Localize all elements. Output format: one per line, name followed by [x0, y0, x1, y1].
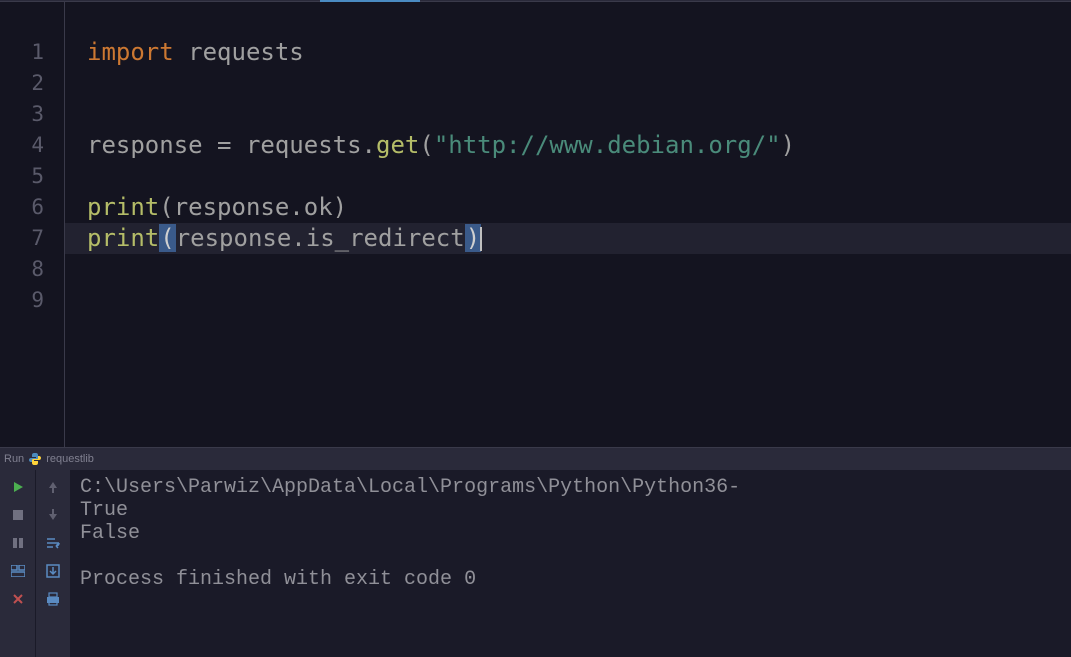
soft-wrap-button[interactable] [42, 532, 64, 554]
run-panel: Run requestlib [0, 447, 1071, 657]
layout-button[interactable] [7, 560, 29, 582]
code-line-1[interactable]: import requests [87, 37, 1071, 68]
close-button[interactable] [7, 588, 29, 610]
up-arrow-button[interactable] [42, 476, 64, 498]
editor-area: 1 2 3 4 5 6 7 8 9 import requests respon… [0, 2, 1071, 447]
python-icon [28, 452, 42, 466]
code-area[interactable]: import requests response = requests.get(… [65, 2, 1071, 447]
run-script-name: requestlib [46, 453, 94, 465]
code-line-5[interactable] [87, 161, 1071, 192]
run-label: Run [4, 453, 24, 465]
stop-button[interactable] [7, 504, 29, 526]
line-number[interactable]: 8 [0, 254, 44, 285]
gutter: 1 2 3 4 5 6 7 8 9 [0, 2, 65, 447]
line-number[interactable]: 1 [0, 37, 44, 68]
run-panel-header[interactable]: Run requestlib [0, 448, 1071, 470]
run-toolbar-right [35, 470, 70, 657]
line-number[interactable]: 7 [0, 223, 44, 254]
console-line: False [80, 522, 140, 545]
line-number[interactable]: 5 [0, 161, 44, 192]
code-line-4[interactable]: response = requests.get("http://www.debi… [87, 130, 1071, 161]
console-path: C:\Users\Parwiz\AppData\Local\Programs\P… [80, 476, 740, 499]
code-line-3[interactable] [87, 99, 1071, 130]
run-panel-body: C:\Users\Parwiz\AppData\Local\Programs\P… [0, 470, 1071, 657]
print-button[interactable] [42, 588, 64, 610]
down-arrow-button[interactable] [42, 504, 64, 526]
code-line-8[interactable] [87, 254, 1071, 285]
text-cursor [480, 227, 482, 251]
line-number[interactable]: 9 [0, 285, 44, 316]
run-toolbar-left [0, 470, 35, 657]
line-number[interactable]: 3 [0, 99, 44, 130]
scroll-to-end-button[interactable] [42, 560, 64, 582]
line-number[interactable]: 2 [0, 68, 44, 99]
line-number[interactable]: 4 [0, 130, 44, 161]
console-output[interactable]: C:\Users\Parwiz\AppData\Local\Programs\P… [70, 470, 1071, 657]
code-line-6[interactable]: print(response.ok) [87, 192, 1071, 223]
code-line-7-current[interactable]: print(response.is_redirect) [65, 223, 1071, 254]
line-number[interactable]: 6 [0, 192, 44, 223]
console-exit: Process finished with exit code 0 [80, 568, 476, 591]
code-line-9[interactable] [87, 285, 1071, 316]
rerun-button[interactable] [7, 476, 29, 498]
pause-button[interactable] [7, 532, 29, 554]
code-line-2[interactable] [87, 68, 1071, 99]
console-line: True [80, 499, 128, 522]
